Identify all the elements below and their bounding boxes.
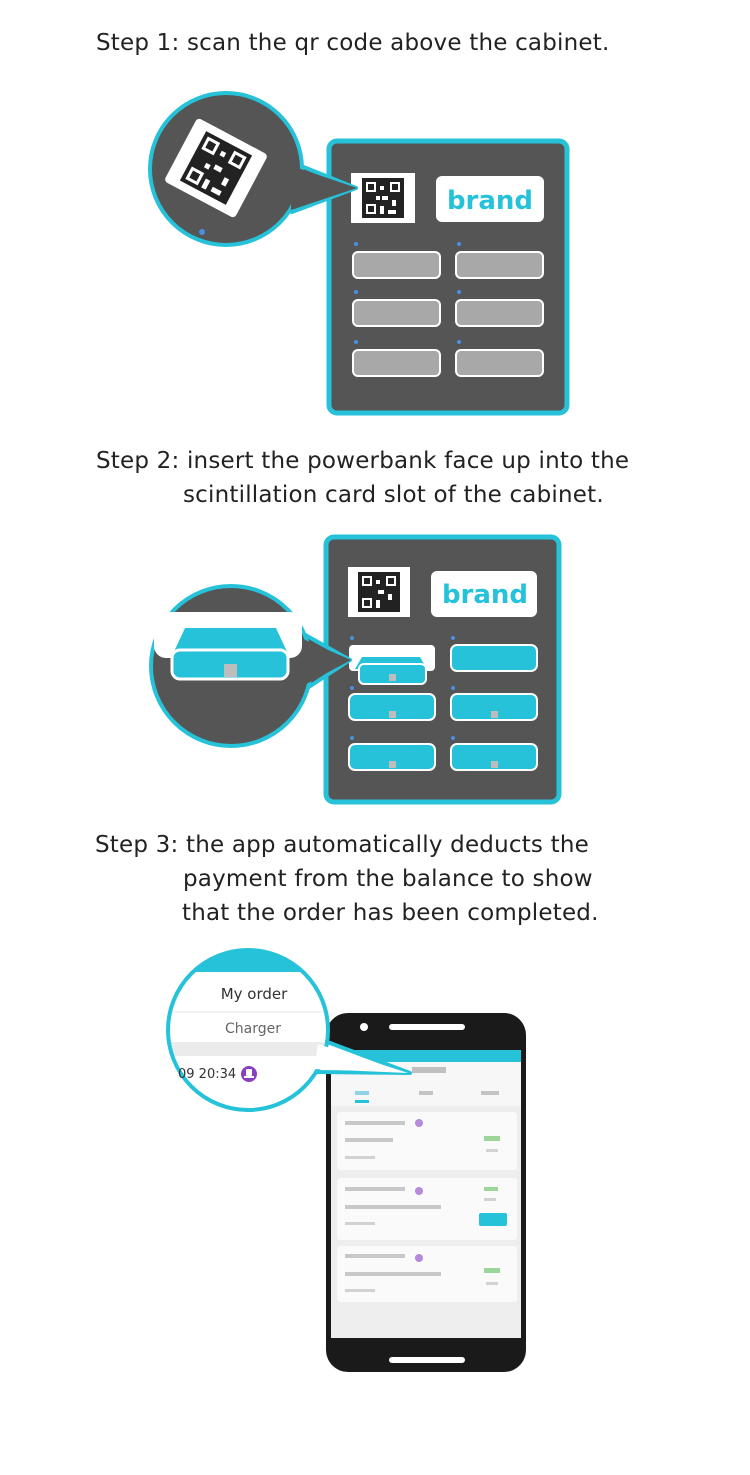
bubble-order-time: 09 20:34 [178, 1067, 236, 1082]
zoom-bubble-1 [148, 91, 358, 247]
qr-code-icon [348, 567, 410, 617]
step-3-illustration: My order Charger 09 20:34 [166, 948, 526, 1372]
cabinet-1: brand [326, 138, 570, 416]
order-card [337, 1112, 517, 1170]
step-2-line-1: Step 2: insert the powerbank face up int… [96, 448, 630, 474]
step-3-line-2: payment from the balance to show [183, 866, 593, 892]
step-1-line-1: Step 1: scan the qr code above the cabin… [96, 30, 610, 56]
step-1-text: Step 1: scan the qr code above the cabin… [96, 26, 609, 60]
cabinet-2: brand [323, 534, 562, 805]
bubble-tab: Charger [225, 1021, 281, 1037]
order-card [337, 1178, 517, 1240]
bubble-title: My order [221, 985, 288, 1003]
step-2-line-2: scintillation card slot of the cabinet. [183, 482, 604, 508]
zoom-bubble-2 [149, 584, 352, 748]
qr-code-icon [351, 173, 415, 223]
brand-label-1: brand [447, 186, 533, 216]
user-badge-icon [241, 1066, 257, 1082]
step-2-illustration: brand [149, 534, 562, 805]
step-3-line-3: that the order has been completed. [182, 900, 599, 926]
step-2-text: Step 2: insert the powerbank face up int… [96, 444, 629, 512]
step-3-line-1: Step 3: the app automatically deducts th… [95, 832, 589, 858]
order-card [337, 1246, 517, 1302]
step-1-illustration: brand [148, 91, 570, 416]
step-3-text: Step 3: the app automatically deducts th… [95, 828, 599, 930]
brand-label-2: brand [442, 580, 528, 610]
